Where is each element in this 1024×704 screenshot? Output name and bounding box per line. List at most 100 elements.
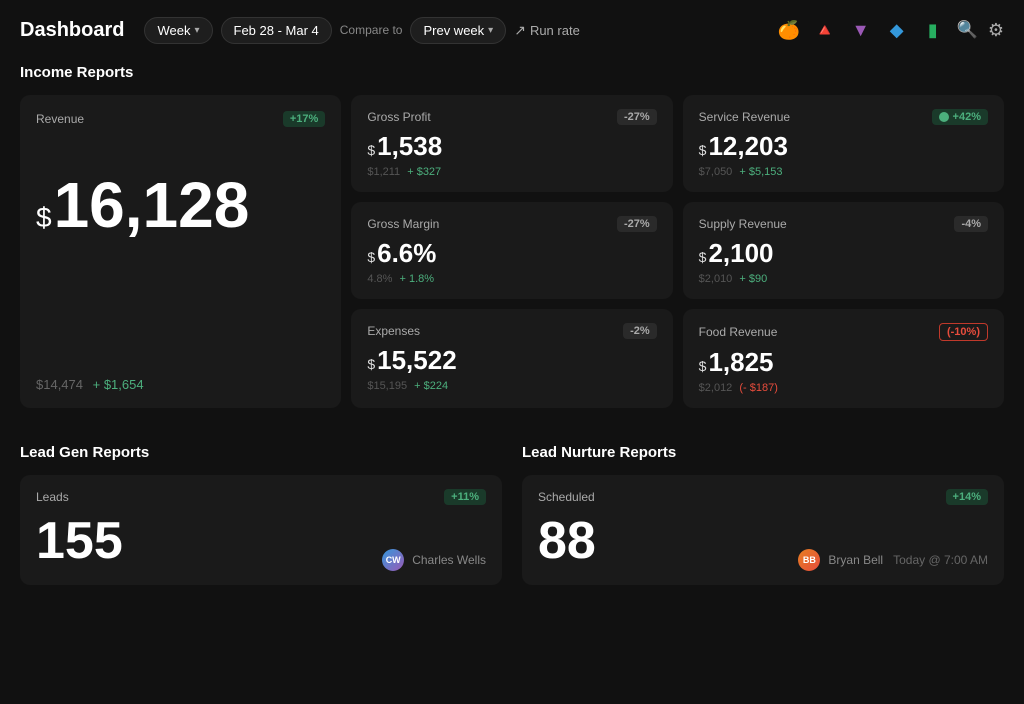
- run-rate-button[interactable]: ↗ Run rate: [514, 22, 580, 39]
- lead-gen-title: Lead Gen Reports: [20, 444, 502, 461]
- supply-revenue-number: 2,100: [708, 238, 773, 269]
- service-revenue-badge: +42%: [932, 109, 988, 125]
- bottom-section: Lead Gen Reports Leads +11% 155 CW Charl…: [20, 436, 1004, 585]
- service-revenue-number: 12,203: [708, 131, 788, 162]
- supply-revenue-value: $ 2,100: [699, 238, 988, 269]
- lead-nurture-title: Lead Nurture Reports: [522, 444, 1004, 461]
- revenue-change: + $1,654: [93, 377, 144, 392]
- food-revenue-number: 1,825: [708, 347, 773, 378]
- scheduled-card-header: Scheduled +14%: [538, 489, 988, 505]
- gross-profit-value: $ 1,538: [367, 131, 656, 162]
- food-revenue-dollar: $: [699, 358, 707, 374]
- food-revenue-sub: $2,012 (- $187): [699, 382, 988, 394]
- revenue-label: Revenue: [36, 112, 84, 126]
- gross-profit-number: 1,538: [377, 131, 442, 162]
- chevron-down-icon: ▾: [194, 25, 199, 36]
- expenses-badge: -2%: [623, 323, 657, 339]
- compare-label: Compare to: [340, 23, 403, 37]
- supply-revenue-card: Supply Revenue -4% $ 2,100 $2,010 + $90: [683, 202, 1004, 299]
- gross-margin-sub: 4.8% + 1.8%: [367, 273, 656, 285]
- settings-icon[interactable]: ⚙: [988, 20, 1004, 41]
- service-revenue-value: $ 12,203: [699, 131, 988, 162]
- leads-card-header: Leads +11%: [36, 489, 486, 505]
- expenses-dollar: $: [367, 356, 375, 372]
- service-revenue-label: Service Revenue: [699, 110, 790, 124]
- leads-card: Leads +11% 155 CW Charles Wells: [20, 475, 502, 585]
- header: Dashboard Week ▾ Feb 28 - Mar 4 Compare …: [0, 0, 1024, 56]
- lead-gen-section: Lead Gen Reports Leads +11% 155 CW Charl…: [20, 436, 502, 585]
- expenses-value: $ 15,522: [367, 345, 656, 376]
- date-range-button[interactable]: Feb 28 - Mar 4: [221, 17, 332, 44]
- revenue-badge: +17%: [283, 111, 325, 127]
- chevron-down-icon: ▾: [488, 25, 493, 36]
- gross-margin-badge: -27%: [617, 216, 657, 232]
- service-revenue-sub: $7,050 + $5,153: [699, 166, 988, 178]
- supply-revenue-sub: $2,010 + $90: [699, 273, 988, 285]
- leads-person-row: CW Charles Wells: [382, 549, 486, 571]
- income-reports-title: Income Reports: [20, 64, 1004, 81]
- purple-app-icon[interactable]: ▼: [847, 16, 875, 44]
- supply-revenue-dollar: $: [699, 249, 707, 265]
- gross-margin-number: 6.6%: [377, 238, 436, 269]
- gross-profit-badge: -27%: [617, 109, 657, 125]
- page-title: Dashboard: [20, 19, 124, 42]
- expenses-number: 15,522: [377, 345, 457, 376]
- supply-revenue-label: Supply Revenue: [699, 217, 787, 231]
- revenue-card: Revenue +17% $ 16,128 $14,474 + $1,654: [20, 95, 341, 408]
- gross-margin-label: Gross Margin: [367, 217, 439, 231]
- supply-revenue-header: Supply Revenue -4%: [699, 216, 988, 232]
- expenses-card: Expenses -2% $ 15,522 $15,195 + $224: [351, 309, 672, 408]
- week-dropdown[interactable]: Week ▾: [144, 17, 212, 44]
- header-right: 🍊 🔺 ▼ ◆ ▮ 🔍 ⚙: [775, 16, 1004, 44]
- search-icon[interactable]: 🔍: [957, 20, 978, 40]
- revenue-dollar-sign: $: [36, 202, 52, 234]
- revenue-base: $14,474: [36, 377, 83, 392]
- orange-app-icon[interactable]: 🍊: [775, 16, 803, 44]
- leads-person-name: Charles Wells: [412, 553, 486, 567]
- food-revenue-card: Food Revenue (-10%) $ 1,825 $2,012 (- $1…: [683, 309, 1004, 408]
- gross-profit-dollar: $: [367, 142, 375, 158]
- gross-margin-card: Gross Margin -27% $ 6.6% 4.8% + 1.8%: [351, 202, 672, 299]
- scheduled-person-time: Today @ 7:00 AM: [893, 553, 988, 567]
- main-content: Income Reports Revenue +17% $ 16,128 $14…: [0, 64, 1024, 585]
- blue-app-icon[interactable]: ◆: [883, 16, 911, 44]
- dot-icon: [939, 112, 949, 122]
- trending-icon: ↗: [514, 22, 526, 39]
- scheduled-avatar: BB: [798, 549, 820, 571]
- revenue-value: $ 16,128: [36, 173, 325, 237]
- service-revenue-card: Service Revenue +42% $ 12,203 $7,050 + $…: [683, 95, 1004, 192]
- expenses-sub: $15,195 + $224: [367, 380, 656, 392]
- gross-profit-sub: $1,211 + $327: [367, 166, 656, 178]
- service-revenue-header: Service Revenue +42%: [699, 109, 988, 125]
- gross-margin-value: $ 6.6%: [367, 238, 656, 269]
- revenue-number: 16,128: [54, 173, 250, 237]
- gross-margin-dollar: $: [367, 249, 375, 265]
- gross-profit-label: Gross Profit: [367, 110, 430, 124]
- gross-profit-card: Gross Profit -27% $ 1,538 $1,211 + $327: [351, 95, 672, 192]
- revenue-sub: $14,474 + $1,654: [36, 377, 325, 392]
- pink-app-icon[interactable]: 🔺: [811, 16, 839, 44]
- scheduled-card: Scheduled +14% 88 BB Bryan Bell Today @ …: [522, 475, 1004, 585]
- income-reports-grid: Revenue +17% $ 16,128 $14,474 + $1,654 G…: [20, 95, 1004, 408]
- food-revenue-header: Food Revenue (-10%): [699, 323, 988, 341]
- leads-badge: +11%: [444, 489, 486, 505]
- app-icons-row: 🍊 🔺 ▼ ◆ ▮: [775, 16, 947, 44]
- scheduled-person-name: Bryan Bell: [828, 553, 883, 567]
- expenses-label: Expenses: [367, 324, 420, 338]
- supply-revenue-badge: -4%: [954, 216, 988, 232]
- food-revenue-badge: (-10%): [939, 323, 988, 341]
- scheduled-person-row: BB Bryan Bell Today @ 7:00 AM: [798, 549, 988, 571]
- expenses-header: Expenses -2%: [367, 323, 656, 339]
- leads-label: Leads: [36, 490, 69, 504]
- food-revenue-label: Food Revenue: [699, 325, 778, 339]
- leads-avatar: CW: [382, 549, 404, 571]
- revenue-card-header: Revenue +17%: [36, 111, 325, 127]
- lead-nurture-section: Lead Nurture Reports Scheduled +14% 88 B…: [522, 436, 1004, 585]
- header-controls: Week ▾ Feb 28 - Mar 4 Compare to Prev we…: [144, 17, 774, 44]
- prev-week-dropdown[interactable]: Prev week ▾: [410, 17, 506, 44]
- gross-profit-header: Gross Profit -27%: [367, 109, 656, 125]
- food-revenue-value: $ 1,825: [699, 347, 988, 378]
- service-revenue-dollar: $: [699, 142, 707, 158]
- green-app-icon[interactable]: ▮: [919, 16, 947, 44]
- scheduled-label: Scheduled: [538, 490, 595, 504]
